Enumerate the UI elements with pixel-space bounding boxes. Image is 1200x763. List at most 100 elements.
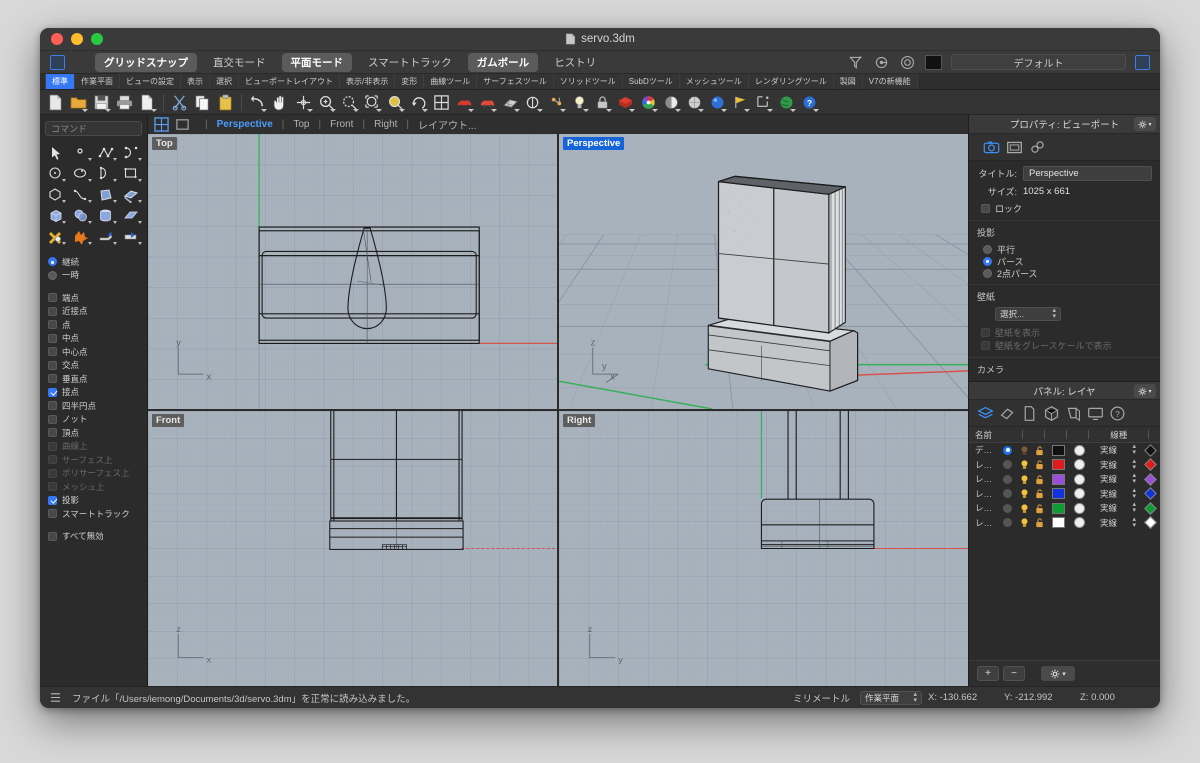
checkbox-on-polysurface[interactable]	[48, 468, 57, 478]
table-row[interactable]: レ… 実線 ▴ ▾	[969, 516, 1160, 531]
checkbox-vertex[interactable]	[48, 428, 57, 438]
zoom-in-icon[interactable]	[316, 92, 337, 113]
osnap-perpendicular[interactable]: 垂直点	[48, 372, 147, 386]
current-layer-color-swatch[interactable]	[925, 54, 942, 70]
checkbox-center[interactable]	[48, 347, 57, 357]
osnap-center[interactable]: 中心点	[48, 345, 147, 359]
viewtab-right[interactable]: Right	[374, 119, 397, 130]
polyline-icon[interactable]	[94, 142, 119, 163]
layers-options-button[interactable]: ▾	[1041, 666, 1075, 681]
render-sphere-icon[interactable]	[684, 92, 705, 113]
close-button[interactable]	[51, 33, 63, 45]
unlock-icon[interactable]	[1032, 474, 1048, 485]
render-car-icon[interactable]	[454, 92, 475, 113]
list-icon[interactable]	[50, 692, 61, 703]
sphere-solid-icon[interactable]	[68, 205, 93, 226]
osnap-end[interactable]: 端点	[48, 291, 147, 305]
viewtab-top[interactable]: Top	[293, 119, 309, 130]
gumball-icon[interactable]	[546, 92, 567, 113]
material-icon[interactable]	[615, 92, 636, 113]
viewtab-front[interactable]: Front	[330, 119, 353, 130]
monitor-icon[interactable]	[1087, 405, 1104, 422]
trim-icon[interactable]	[94, 226, 119, 247]
tab-whats-new-v7[interactable]: V7の新機能	[862, 74, 918, 89]
layer-color-swatch[interactable]	[1048, 444, 1070, 456]
layer-material[interactable]	[1142, 487, 1160, 501]
tab-cplane[interactable]: 作業平面	[75, 74, 120, 89]
layer-linetype[interactable]: 実線	[1090, 517, 1127, 529]
tab-display[interactable]: 表示	[181, 74, 210, 89]
osnap-persistent[interactable]: 継続	[48, 255, 147, 269]
layer-color-swatch[interactable]	[1048, 502, 1070, 514]
osnap-temporary[interactable]: 一時	[48, 269, 147, 283]
pan-hand-icon[interactable]	[270, 92, 291, 113]
layer-current-toggle[interactable]	[999, 503, 1016, 513]
mode-grid-snap[interactable]: グリッドスナップ	[95, 52, 197, 72]
select-arrow-icon[interactable]	[43, 142, 68, 163]
osnap-knot[interactable]: ノット	[48, 413, 147, 427]
document-icon[interactable]	[1021, 405, 1038, 422]
zoom-window-icon[interactable]	[339, 92, 360, 113]
unlock-icon[interactable]	[1032, 517, 1048, 528]
osnap-point[interactable]: 点	[48, 318, 147, 332]
layer-print-width[interactable]: ▴ ▾	[1127, 501, 1142, 514]
zoom-selected-icon[interactable]	[385, 92, 406, 113]
checkbox-knot[interactable]	[48, 414, 57, 424]
layer-linetype[interactable]: 実線	[1090, 488, 1127, 500]
projection-two-point[interactable]: 2点パース	[983, 267, 1152, 279]
layer-material[interactable]	[1142, 458, 1160, 472]
boolean-icon[interactable]	[43, 226, 68, 247]
bulb-on-icon[interactable]	[1016, 488, 1032, 499]
tab-subd-tools[interactable]: SubDツール	[622, 74, 680, 89]
radio-temporary[interactable]	[48, 270, 57, 280]
table-row[interactable]: デ… 実線 ▴ ▾	[969, 443, 1160, 458]
right-panel-toggle-icon[interactable]	[1135, 54, 1150, 70]
left-panel-toggle-icon[interactable]	[50, 54, 65, 70]
layer-current-toggle[interactable]	[999, 489, 1016, 499]
cylinder-solid-icon[interactable]	[94, 205, 119, 226]
properties-gear-button[interactable]: ▾	[1134, 117, 1156, 131]
unlock-icon[interactable]	[1032, 488, 1048, 499]
layer-current-toggle[interactable]	[999, 474, 1016, 484]
layer-color-swatch[interactable]	[1048, 473, 1070, 485]
rectangle-icon[interactable]	[119, 163, 144, 184]
checkbox-end[interactable]	[48, 293, 57, 303]
layer-print-color[interactable]	[1070, 488, 1090, 500]
table-row[interactable]: レ… 実線 ▴ ▾	[969, 458, 1160, 473]
checkbox-disable-all[interactable]	[48, 531, 57, 541]
add-layer-button[interactable]: +	[977, 666, 999, 681]
help-icon[interactable]: ?	[799, 92, 820, 113]
checkbox-on-curve[interactable]	[48, 441, 57, 451]
layer-circle-icon[interactable]	[899, 54, 916, 71]
layer-linetype[interactable]: 実線	[1090, 444, 1127, 456]
bulb-on-icon[interactable]	[1016, 474, 1032, 485]
layer-print-width[interactable]: ▴ ▾	[1127, 516, 1142, 529]
tab-visibility[interactable]: 表示/非表示	[340, 74, 396, 89]
undo-icon[interactable]	[247, 92, 268, 113]
mode-history[interactable]: ヒストリ	[545, 53, 605, 72]
projection-perspective[interactable]: パース	[983, 255, 1152, 267]
layer-color-swatch[interactable]	[1048, 488, 1070, 500]
link-icon[interactable]	[1029, 139, 1046, 156]
point-icon[interactable]	[68, 142, 93, 163]
layer-print-width[interactable]: ▴ ▾	[1127, 472, 1142, 485]
table-row[interactable]: レ… 実線 ▴ ▾	[969, 487, 1160, 502]
dimension-icon[interactable]	[753, 92, 774, 113]
arc-icon[interactable]	[94, 163, 119, 184]
bulb-on-icon[interactable]	[1016, 517, 1032, 528]
box-solid-icon[interactable]	[43, 205, 68, 226]
wallpaper-show-row[interactable]: 壁紙を表示	[981, 326, 1152, 339]
checkbox-tangent[interactable]	[48, 387, 57, 397]
checkbox-mid[interactable]	[48, 333, 57, 343]
bulb-on-icon[interactable]	[1016, 459, 1032, 470]
single-viewport-icon[interactable]	[175, 117, 190, 132]
wallpaper-select[interactable]: 選択... ▴ ▾	[995, 307, 1061, 321]
osnap-project[interactable]: 投影	[48, 494, 147, 508]
earth-icon[interactable]	[776, 92, 797, 113]
checkbox-quadrant[interactable]	[48, 401, 57, 411]
render-mesh-icon[interactable]	[500, 92, 521, 113]
extrude-surface-icon[interactable]	[119, 184, 144, 205]
open-folder-icon[interactable]	[68, 92, 89, 113]
window-controls[interactable]	[40, 33, 103, 45]
layer-target-icon[interactable]	[873, 54, 890, 71]
